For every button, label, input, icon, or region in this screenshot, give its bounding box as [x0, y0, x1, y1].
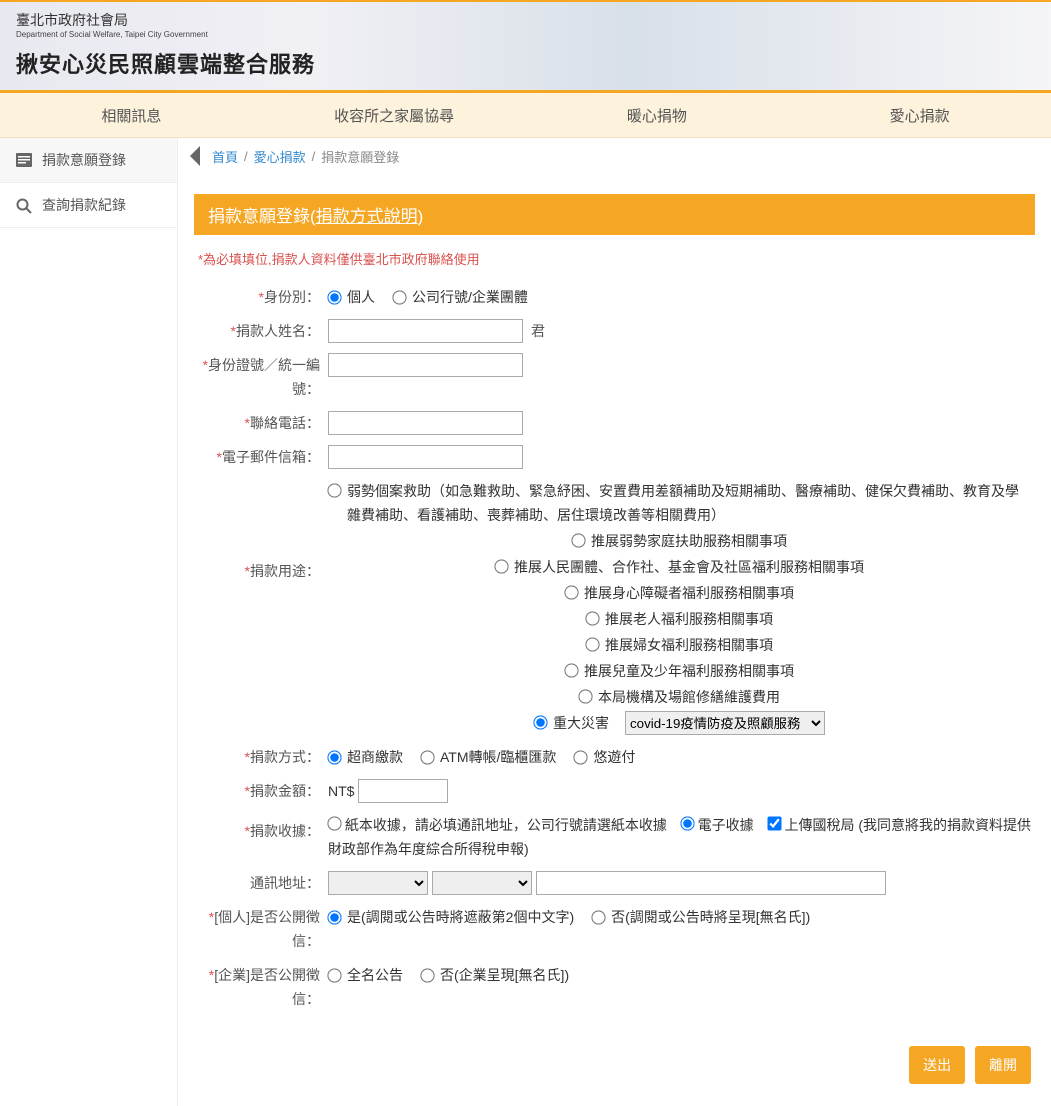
company-credit-full-radio[interactable] — [327, 968, 341, 982]
method-easycard-radio[interactable] — [574, 750, 588, 764]
receipt-electronic-radio[interactable] — [680, 816, 694, 830]
breadcrumb-home[interactable]: 首頁 — [212, 147, 238, 166]
purpose-radio-2[interactable] — [494, 559, 508, 573]
breadcrumb-sep: / — [312, 149, 316, 164]
breadcrumb-parent[interactable]: 愛心捐款 — [254, 147, 306, 166]
sidebar-item-label: 捐款意願登錄 — [42, 150, 126, 170]
form-icon — [16, 153, 32, 167]
submit-button[interactable]: 送出 — [909, 1046, 965, 1084]
receipt-paper-radio[interactable] — [327, 816, 341, 830]
phone-input[interactable] — [328, 411, 523, 435]
personal-credit-no-radio[interactable] — [591, 910, 605, 924]
purpose-radio-7[interactable] — [578, 689, 592, 703]
nav-item-goods[interactable]: 暖心捐物 — [526, 93, 789, 137]
id-number-input[interactable] — [328, 353, 523, 377]
name-input[interactable] — [328, 319, 523, 343]
identity-company-radio[interactable] — [392, 290, 406, 304]
disaster-select[interactable]: covid-19疫情防疫及照顧服務 — [625, 711, 825, 735]
purpose-radio-3[interactable] — [564, 585, 578, 599]
purpose-radio-1[interactable] — [571, 533, 585, 547]
sidebar-item-query[interactable]: 查詢捐款紀錄 — [0, 183, 177, 228]
button-bar: 送出 離開 — [178, 1036, 1051, 1106]
sidebar: 捐款意願登錄 查詢捐款紀錄 — [0, 138, 178, 1106]
purpose-radio-6[interactable] — [564, 663, 578, 677]
email-input[interactable] — [328, 445, 523, 469]
donation-method-link[interactable]: 捐款方式說明 — [316, 207, 418, 226]
company-credit-no-radio[interactable] — [420, 968, 434, 982]
breadcrumb: 首頁 / 愛心捐款 / 捐款意願登錄 — [178, 138, 1051, 174]
method-atm-radio[interactable] — [420, 750, 434, 764]
nav-item-shelter[interactable]: 收容所之家屬協尋 — [263, 93, 526, 137]
department-subtitle: Department of Social Welfare, Taipei Cit… — [16, 30, 1035, 39]
breadcrumb-current: 捐款意願登錄 — [321, 147, 399, 166]
nav-item-info[interactable]: 相關訊息 — [0, 93, 263, 137]
purpose-radio-5[interactable] — [585, 637, 599, 651]
required-note: *為必填填位,捐款人資料僅供臺北市政府聯絡使用 — [198, 249, 1031, 268]
leave-button[interactable]: 離開 — [975, 1046, 1031, 1084]
search-icon — [16, 198, 32, 212]
purpose-radio-0[interactable] — [327, 483, 341, 497]
purpose-radio-4[interactable] — [585, 611, 599, 625]
form-body: *為必填填位,捐款人資料僅供臺北市政府聯絡使用 *身份別： 個人 公司行號/企業… — [178, 235, 1051, 1036]
back-arrow-icon[interactable] — [190, 146, 200, 166]
sidebar-item-register[interactable]: 捐款意願登錄 — [0, 138, 177, 183]
personal-credit-yes-radio[interactable] — [327, 910, 341, 924]
address-district-select[interactable] — [432, 871, 532, 895]
breadcrumb-sep: / — [244, 149, 248, 164]
method-store-radio[interactable] — [327, 750, 341, 764]
upload-tax-checkbox[interactable] — [767, 816, 781, 830]
main-nav: 相關訊息 收容所之家屬協尋 暖心捐物 愛心捐款 — [0, 90, 1051, 138]
address-city-select[interactable] — [328, 871, 428, 895]
purpose-radio-8[interactable] — [533, 715, 547, 729]
address-detail-input[interactable] — [536, 871, 886, 895]
service-title: 揪安心災民照顧雲端整合服務 — [16, 47, 1035, 79]
department-title: 臺北市政府社會局 — [16, 10, 1035, 30]
form-heading: 捐款意願登錄(捐款方式說明) — [194, 194, 1035, 235]
amount-input[interactable] — [358, 779, 448, 803]
main-content: 首頁 / 愛心捐款 / 捐款意願登錄 捐款意願登錄(捐款方式說明) *為必填填位… — [178, 138, 1051, 1106]
sidebar-item-label: 查詢捐款紀錄 — [42, 195, 126, 215]
identity-personal-radio[interactable] — [327, 290, 341, 304]
nav-item-donation[interactable]: 愛心捐款 — [788, 93, 1051, 137]
header-banner: 臺北市政府社會局 Department of Social Welfare, T… — [0, 0, 1051, 90]
purpose-options: 弱勢個案救助（如急難救助、緊急紓困、安置費用差額補助及短期補助、醫療補助、健保欠… — [328, 479, 1031, 735]
